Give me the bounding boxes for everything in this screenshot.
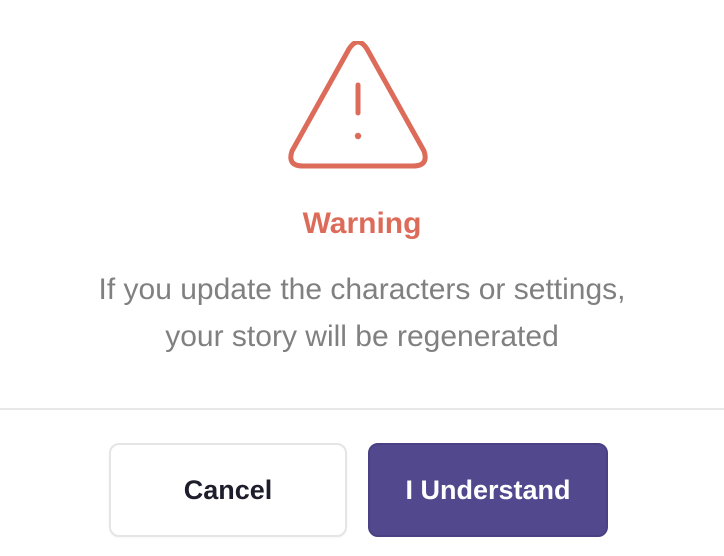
dialog-message: If you update the characters or settings…	[0, 266, 724, 360]
message-line: If you update the characters or settings…	[98, 273, 626, 306]
warning-dialog: Warning If you update the characters or …	[0, 0, 724, 556]
cancel-button[interactable]: Cancel	[109, 443, 347, 537]
dialog-title: Warning	[302, 207, 422, 240]
divider	[0, 408, 724, 410]
understand-button[interactable]: I Understand	[368, 443, 608, 537]
warning-triangle-icon	[287, 41, 429, 169]
message-line: your story will be regenerated	[165, 320, 559, 353]
